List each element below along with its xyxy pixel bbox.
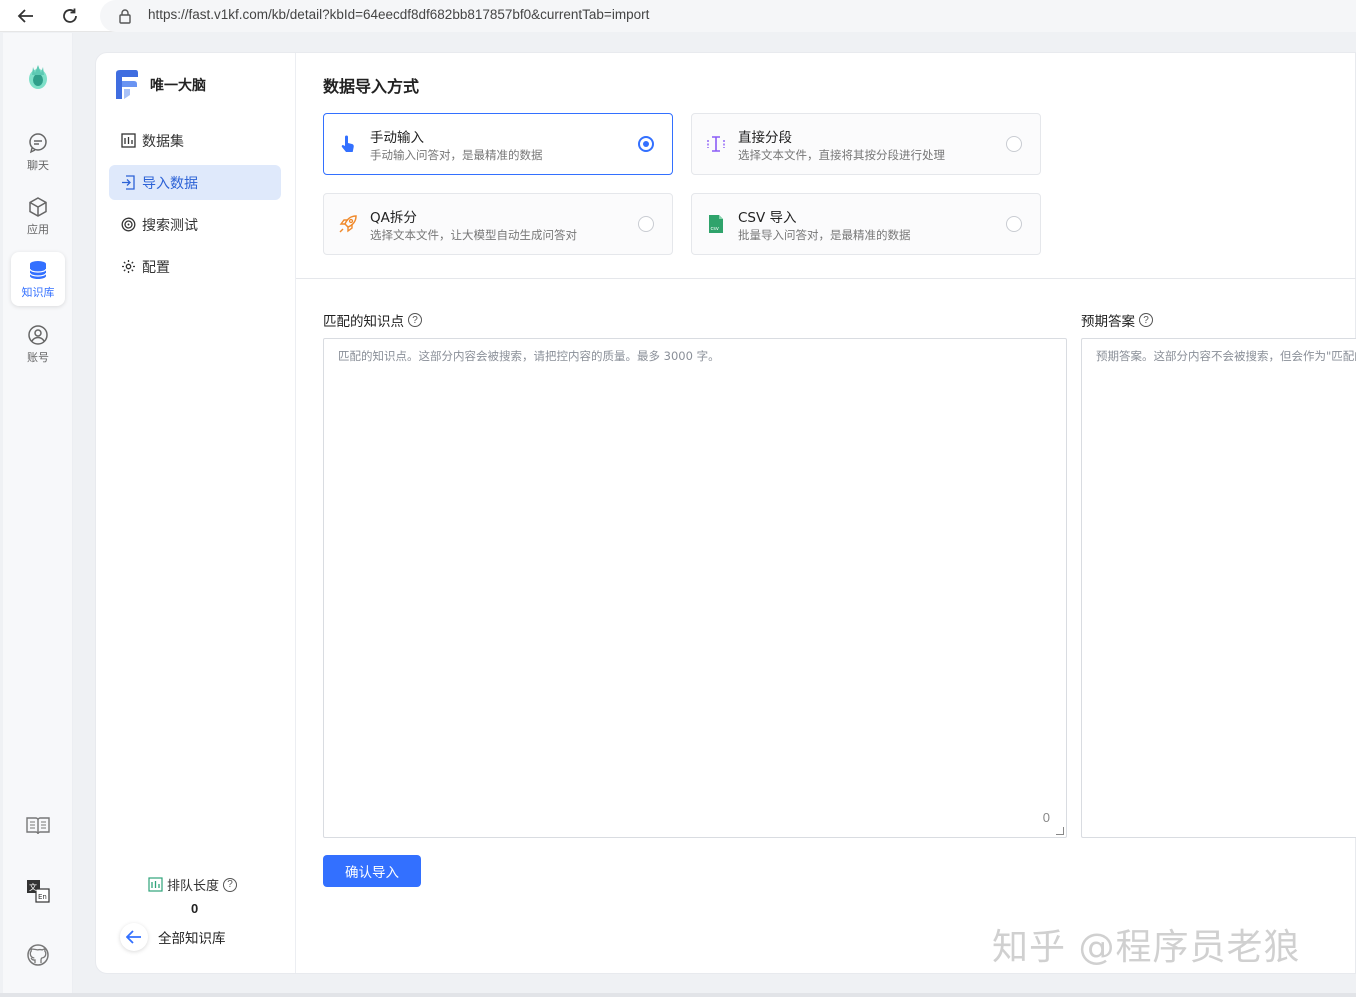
help-icon[interactable]: ?: [223, 877, 238, 892]
bar-chart-icon: [148, 877, 163, 892]
option-desc: 批量导入问答对，是最精准的数据: [738, 228, 911, 242]
import-icon: [120, 175, 136, 191]
docs-book-icon[interactable]: [25, 813, 51, 839]
answer-label: 预期答案 ?: [1081, 310, 1153, 330]
answer-placeholder: 预期答案。这部分内容不会被搜索，但会作为"匹配的知识点"的内容补充: [1096, 349, 1356, 363]
kb-sidebar: 唯一大脑 数据集 导入数据 搜索测试 配置 排队长度 ? 0 全部知识库: [96, 53, 296, 973]
queue-label: 排队长度: [167, 879, 220, 894]
rail-label: 知识库: [21, 285, 55, 299]
kb-menu-search-test[interactable]: 搜索测试: [109, 207, 281, 242]
user-icon: [28, 324, 48, 345]
svg-text:文: 文: [29, 882, 37, 892]
hand-pointer-icon: [338, 134, 358, 154]
back-label: 全部知识库: [158, 931, 226, 947]
database-icon: [29, 260, 47, 279]
rail-item-apps[interactable]: 应用: [11, 189, 65, 243]
confirm-import-button[interactable]: 确认导入: [323, 855, 421, 887]
option-qa-split[interactable]: QA拆分 选择文本文件，让大模型自动生成问答对: [323, 193, 673, 255]
rail-label: 账号: [27, 350, 49, 364]
main-card: 唯一大脑 数据集 导入数据 搜索测试 配置 排队长度 ? 0 全部知识库 数据导…: [95, 52, 1356, 974]
queue-length: 排队长度 ?: [148, 875, 238, 894]
option-radio[interactable]: [638, 216, 654, 232]
rail-item-account[interactable]: 账号: [11, 317, 65, 371]
option-radio[interactable]: [638, 136, 654, 152]
table-icon: [120, 133, 136, 149]
option-title: CSV 导入: [738, 210, 797, 226]
question-label: 匹配的知识点 ?: [323, 310, 422, 330]
resize-handle[interactable]: [1056, 827, 1064, 835]
segment-icon: [706, 134, 726, 154]
option-desc: 手动输入问答对，是最精准的数据: [370, 148, 543, 162]
char-count: 0: [1042, 810, 1050, 825]
help-icon[interactable]: ?: [408, 313, 422, 327]
github-icon[interactable]: [25, 942, 51, 968]
option-title: QA拆分: [370, 210, 417, 226]
watermark: 知乎 @程序员老狼: [992, 927, 1301, 968]
option-title: 直接分段: [738, 130, 792, 146]
app-logo[interactable]: [25, 59, 51, 91]
rail-label: 聊天: [27, 158, 49, 172]
svg-text:csv: csv: [711, 226, 719, 232]
option-radio[interactable]: [1006, 136, 1022, 152]
rail-label: 应用: [27, 222, 49, 236]
kb-menu-config[interactable]: 配置: [109, 249, 281, 284]
option-direct-segment[interactable]: 直接分段 选择文本文件，直接将其按分段进行处理: [691, 113, 1041, 175]
option-manual-input[interactable]: 手动输入 手动输入问答对，是最精准的数据: [323, 113, 673, 175]
kb-avatar: [116, 70, 138, 99]
bottom-strip: [0, 993, 1356, 997]
chat-icon: [29, 132, 47, 153]
help-icon[interactable]: ?: [1139, 313, 1153, 327]
option-csv-import[interactable]: csv CSV 导入 批量导入问答对，是最精准的数据: [691, 193, 1041, 255]
question-placeholder: 匹配的知识点。这部分内容会被搜索，请把控内容的质量。最多 3000 字。: [338, 349, 720, 363]
option-desc: 选择文本文件，直接将其按分段进行处理: [738, 148, 945, 162]
question-textarea[interactable]: 匹配的知识点。这部分内容会被搜索，请把控内容的质量。最多 3000 字。 0: [323, 338, 1067, 838]
kb-menu-dataset[interactable]: 数据集: [109, 123, 281, 158]
gear-icon: [120, 259, 136, 275]
section-title: 数据导入方式: [323, 77, 420, 96]
question-label-text: 匹配的知识点: [323, 314, 404, 330]
option-title: 手动输入: [370, 130, 424, 146]
kb-name: 唯一大脑: [150, 78, 206, 94]
address-bar[interactable]: https://fast.v1kf.com/kb/detail?kbId=64e…: [100, 0, 1356, 32]
rail-item-chat[interactable]: 聊天: [11, 125, 65, 179]
divider: [296, 278, 1356, 279]
rocket-icon: [338, 214, 358, 234]
app-rail: 聊天 应用 知识库 账号 文 En: [3, 33, 73, 993]
kb-menu-label: 数据集: [142, 133, 184, 150]
arrow-left-icon: [120, 923, 148, 951]
cube-icon: [29, 196, 47, 217]
lock-icon[interactable]: [118, 8, 132, 29]
target-icon: [120, 217, 136, 233]
kb-menu-label: 搜索测试: [142, 217, 198, 234]
svg-text:En: En: [38, 893, 47, 901]
csv-file-icon: csv: [706, 214, 726, 234]
reload-icon[interactable]: [58, 4, 82, 28]
queue-value: 0: [191, 901, 199, 916]
url-text[interactable]: https://fast.v1kf.com/kb/detail?kbId=64e…: [148, 7, 649, 22]
kb-menu-label: 配置: [142, 259, 170, 276]
back-to-all-kb[interactable]: 全部知识库: [120, 923, 226, 951]
browser-toolbar: https://fast.v1kf.com/kb/detail?kbId=64e…: [0, 0, 1356, 32]
kb-menu-label: 导入数据: [142, 175, 198, 192]
import-content: 数据导入方式 手动输入 手动输入问答对，是最精准的数据 直接分段 选择文本文件，…: [296, 53, 1356, 973]
back-arrow-icon[interactable]: [14, 4, 38, 28]
rail-item-knowledge[interactable]: 知识库: [11, 252, 65, 306]
kb-menu-import[interactable]: 导入数据: [109, 165, 281, 200]
answer-label-text: 预期答案: [1081, 314, 1135, 330]
option-radio[interactable]: [1006, 216, 1022, 232]
language-icon[interactable]: 文 En: [25, 878, 51, 904]
kb-header: 唯一大脑: [114, 69, 206, 101]
option-desc: 选择文本文件，让大模型自动生成问答对: [370, 228, 577, 242]
answer-textarea[interactable]: 预期答案。这部分内容不会被搜索，但会作为"匹配的知识点"的内容补充: [1081, 338, 1356, 838]
